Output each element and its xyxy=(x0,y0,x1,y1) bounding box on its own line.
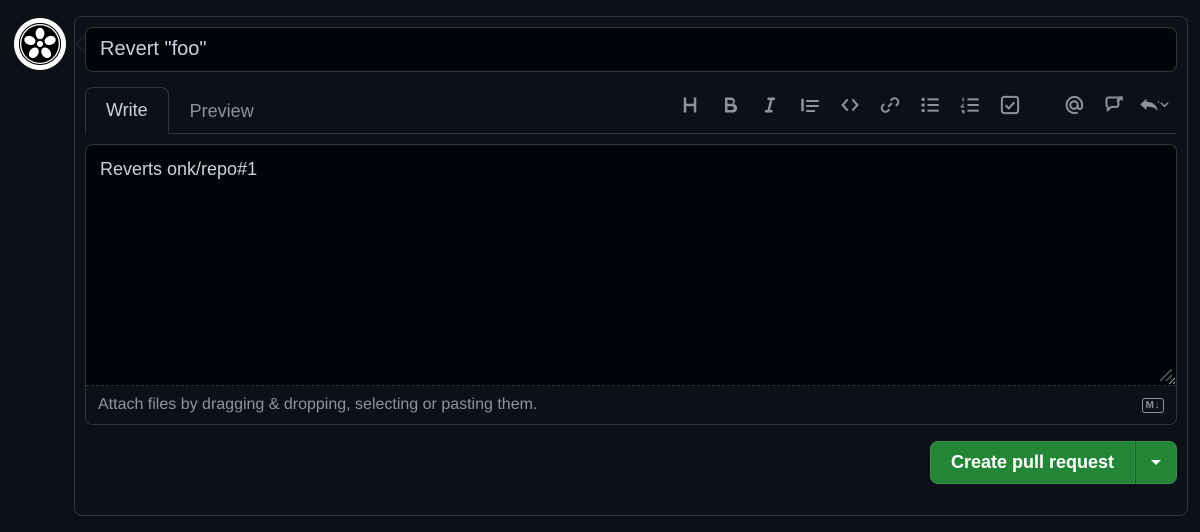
italic-icon[interactable] xyxy=(753,90,787,120)
heading-icon[interactable] xyxy=(673,90,707,120)
task-list-icon[interactable] xyxy=(993,90,1027,120)
bold-icon[interactable] xyxy=(713,90,747,120)
caret-down-icon xyxy=(1151,460,1161,465)
code-icon[interactable] xyxy=(833,90,867,120)
pr-body-textarea[interactable] xyxy=(86,145,1176,385)
tab-preview[interactable]: Preview xyxy=(169,88,275,134)
numbered-list-icon[interactable] xyxy=(953,90,987,120)
avatar xyxy=(14,18,66,70)
markdown-toolbar xyxy=(673,90,1177,130)
cross-reference-icon[interactable] xyxy=(1097,90,1131,120)
link-icon[interactable] xyxy=(873,90,907,120)
bulleted-list-icon[interactable] xyxy=(913,90,947,120)
tab-write[interactable]: Write xyxy=(85,87,169,134)
comment-body-container: Attach files by dragging & dropping, sel… xyxy=(85,144,1177,425)
submit-button-group: Create pull request xyxy=(930,441,1177,484)
create-pull-request-button[interactable]: Create pull request xyxy=(930,441,1135,484)
saved-reply-icon[interactable] xyxy=(1137,90,1171,120)
comment-form: Write Preview xyxy=(74,16,1188,516)
markdown-supported-icon[interactable]: M↓ xyxy=(1142,398,1164,413)
tab-bar: Write Preview xyxy=(85,86,1177,134)
pr-title-input[interactable] xyxy=(85,27,1177,72)
mention-icon[interactable] xyxy=(1057,90,1091,120)
create-pull-request-dropdown[interactable] xyxy=(1135,441,1177,484)
quote-icon[interactable] xyxy=(793,90,827,120)
attach-hint[interactable]: Attach files by dragging & dropping, sel… xyxy=(98,396,537,414)
